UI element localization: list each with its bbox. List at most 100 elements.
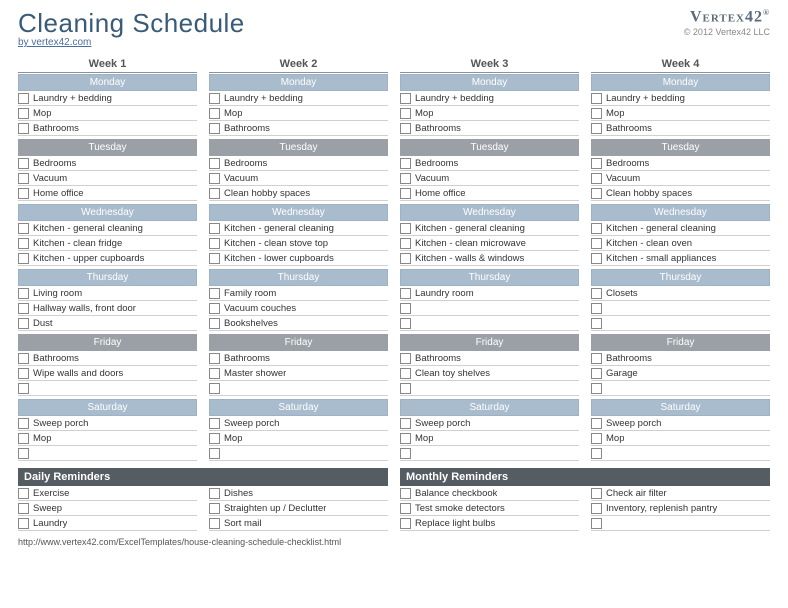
- reminder-checkbox[interactable]: [18, 503, 29, 514]
- task-checkbox[interactable]: [209, 173, 220, 184]
- task-checkbox[interactable]: [18, 108, 29, 119]
- task-checkbox[interactable]: [18, 288, 29, 299]
- task-label: Laundry + bedding: [33, 93, 112, 104]
- task-checkbox[interactable]: [400, 238, 411, 249]
- task-checkbox[interactable]: [591, 173, 602, 184]
- task-checkbox[interactable]: [591, 253, 602, 264]
- task-checkbox[interactable]: [18, 223, 29, 234]
- task-checkbox[interactable]: [209, 433, 220, 444]
- task-checkbox[interactable]: [209, 353, 220, 364]
- task-checkbox[interactable]: [591, 303, 602, 314]
- task-checkbox[interactable]: [591, 288, 602, 299]
- task-checkbox[interactable]: [18, 383, 29, 394]
- task-checkbox[interactable]: [400, 123, 411, 134]
- day-block: SaturdaySweep porchMop: [400, 399, 579, 461]
- task-checkbox[interactable]: [18, 303, 29, 314]
- task-checkbox[interactable]: [209, 383, 220, 394]
- task-checkbox[interactable]: [18, 158, 29, 169]
- task-row: [591, 446, 770, 461]
- task-checkbox[interactable]: [18, 93, 29, 104]
- task-checkbox[interactable]: [18, 418, 29, 429]
- task-checkbox[interactable]: [209, 288, 220, 299]
- task-checkbox[interactable]: [209, 318, 220, 329]
- task-label: Closets: [606, 288, 638, 299]
- task-label: Vacuum: [224, 173, 258, 184]
- task-checkbox[interactable]: [591, 158, 602, 169]
- task-label: Bedrooms: [606, 158, 649, 169]
- day-block: WednesdayKitchen - general cleaningKitch…: [18, 204, 197, 266]
- task-checkbox[interactable]: [400, 93, 411, 104]
- reminder-checkbox[interactable]: [18, 488, 29, 499]
- task-checkbox[interactable]: [400, 433, 411, 444]
- reminder-checkbox[interactable]: [591, 488, 602, 499]
- task-checkbox[interactable]: [209, 93, 220, 104]
- task-checkbox[interactable]: [400, 448, 411, 459]
- task-checkbox[interactable]: [400, 223, 411, 234]
- task-checkbox[interactable]: [209, 418, 220, 429]
- task-checkbox[interactable]: [209, 223, 220, 234]
- task-checkbox[interactable]: [209, 188, 220, 199]
- reminder-checkbox[interactable]: [591, 518, 602, 529]
- task-row: Sweep porch: [591, 416, 770, 431]
- reminder-checkbox[interactable]: [400, 518, 411, 529]
- reminder-checkbox[interactable]: [400, 503, 411, 514]
- reminder-checkbox[interactable]: [209, 518, 220, 529]
- task-checkbox[interactable]: [18, 238, 29, 249]
- task-checkbox[interactable]: [400, 158, 411, 169]
- task-checkbox[interactable]: [591, 318, 602, 329]
- reminder-checkbox[interactable]: [209, 503, 220, 514]
- task-row: [400, 446, 579, 461]
- task-checkbox[interactable]: [591, 353, 602, 364]
- day-block: SaturdaySweep porchMop: [591, 399, 770, 461]
- task-checkbox[interactable]: [18, 353, 29, 364]
- task-checkbox[interactable]: [591, 223, 602, 234]
- task-checkbox[interactable]: [18, 448, 29, 459]
- task-checkbox[interactable]: [209, 108, 220, 119]
- task-checkbox[interactable]: [400, 173, 411, 184]
- reminder-checkbox[interactable]: [209, 488, 220, 499]
- task-row: Home office: [18, 186, 197, 201]
- task-checkbox[interactable]: [400, 383, 411, 394]
- task-checkbox[interactable]: [400, 288, 411, 299]
- task-checkbox[interactable]: [209, 158, 220, 169]
- task-checkbox[interactable]: [591, 108, 602, 119]
- task-row: Bedrooms: [591, 156, 770, 171]
- task-checkbox[interactable]: [591, 448, 602, 459]
- task-row: Sweep porch: [400, 416, 579, 431]
- task-checkbox[interactable]: [400, 253, 411, 264]
- task-checkbox[interactable]: [18, 253, 29, 264]
- task-checkbox[interactable]: [400, 303, 411, 314]
- task-checkbox[interactable]: [209, 253, 220, 264]
- task-checkbox[interactable]: [209, 123, 220, 134]
- task-checkbox[interactable]: [209, 368, 220, 379]
- task-checkbox[interactable]: [591, 188, 602, 199]
- task-checkbox[interactable]: [591, 418, 602, 429]
- task-checkbox[interactable]: [400, 188, 411, 199]
- task-checkbox[interactable]: [591, 123, 602, 134]
- task-checkbox[interactable]: [400, 108, 411, 119]
- task-checkbox[interactable]: [209, 238, 220, 249]
- task-checkbox[interactable]: [209, 448, 220, 459]
- task-checkbox[interactable]: [18, 318, 29, 329]
- task-checkbox[interactable]: [591, 93, 602, 104]
- task-checkbox[interactable]: [18, 173, 29, 184]
- task-checkbox[interactable]: [18, 188, 29, 199]
- task-checkbox[interactable]: [18, 368, 29, 379]
- task-checkbox[interactable]: [591, 433, 602, 444]
- reminder-checkbox[interactable]: [591, 503, 602, 514]
- task-checkbox[interactable]: [400, 318, 411, 329]
- task-checkbox[interactable]: [591, 383, 602, 394]
- task-checkbox[interactable]: [209, 303, 220, 314]
- reminder-checkbox[interactable]: [18, 518, 29, 529]
- task-checkbox[interactable]: [18, 433, 29, 444]
- daily-column: ExerciseSweepLaundry: [18, 486, 197, 531]
- task-checkbox[interactable]: [400, 368, 411, 379]
- task-checkbox[interactable]: [400, 418, 411, 429]
- task-checkbox[interactable]: [591, 368, 602, 379]
- task-checkbox[interactable]: [18, 123, 29, 134]
- task-checkbox[interactable]: [400, 353, 411, 364]
- task-checkbox[interactable]: [591, 238, 602, 249]
- task-row: Vacuum: [209, 171, 388, 186]
- reminder-checkbox[interactable]: [400, 488, 411, 499]
- task-row: Mop: [400, 431, 579, 446]
